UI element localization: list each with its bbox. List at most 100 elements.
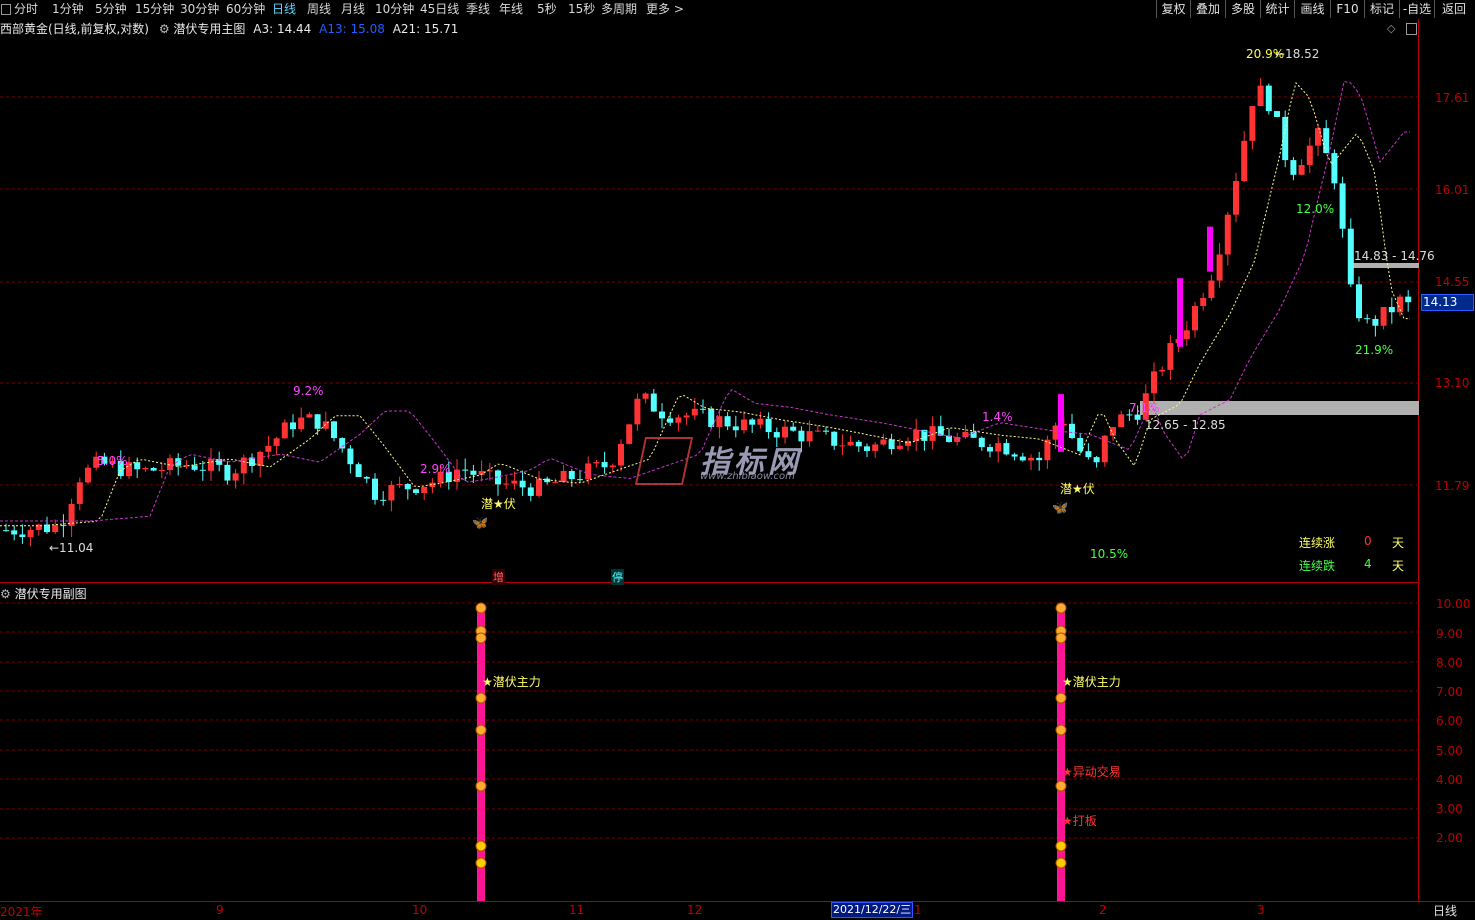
- candle-body: [158, 469, 165, 471]
- tab-period[interactable]: 更多 >: [646, 1, 684, 18]
- pct-label: 20.9%: [1246, 47, 1285, 61]
- date-tick-label: 12: [687, 903, 703, 917]
- tab-period[interactable]: 1分钟: [52, 1, 84, 18]
- signal-marker-icon: [1055, 840, 1067, 852]
- streak-up-label: 连续涨: [1299, 536, 1336, 550]
- limit-up-candle: [1177, 278, 1183, 347]
- candle-body: [691, 408, 698, 416]
- candle-body: [224, 464, 231, 481]
- candle-body: [872, 444, 879, 451]
- candle-body: [1405, 296, 1412, 303]
- sub-indicator-chart[interactable]: [0, 584, 1419, 901]
- tab-period[interactable]: 15秒: [568, 1, 595, 18]
- candle-body: [1159, 369, 1166, 372]
- toolbar-button[interactable]: 画线: [1294, 0, 1330, 18]
- tab-period[interactable]: 30分钟: [180, 1, 219, 18]
- candle-body: [1036, 457, 1043, 461]
- candle-body: [1372, 318, 1379, 326]
- tab-period[interactable]: 季线: [466, 1, 490, 18]
- candle-body: [1118, 414, 1125, 428]
- signal-label: 潜★伏: [1060, 482, 1095, 496]
- candle-body: [1298, 165, 1305, 175]
- signal-marker-icon: [475, 780, 487, 792]
- toolbar-button[interactable]: 返回: [1434, 0, 1473, 18]
- ma-a21-value: A21: 15.71: [392, 22, 459, 36]
- sub-tick-label: 7.00: [1436, 685, 1463, 699]
- window-menu-icon[interactable]: [1, 4, 11, 15]
- candle-body: [3, 530, 9, 532]
- panel-toggle-icon[interactable]: [1406, 23, 1417, 35]
- candle-body: [462, 469, 469, 471]
- candle-body: [741, 419, 747, 431]
- signal-marker-icon: [1055, 780, 1067, 792]
- support-range-label: 12.65 - 12.85: [1145, 418, 1226, 432]
- diamond-icon[interactable]: ◇: [1387, 22, 1395, 35]
- candle-body: [396, 484, 403, 486]
- pct-label: 1.4%: [982, 410, 1013, 424]
- toolbar-button[interactable]: F10: [1330, 0, 1364, 18]
- tab-period[interactable]: 60分钟: [226, 1, 265, 18]
- sub-tick-label: 2.00: [1436, 831, 1463, 845]
- date-tick-label: 9: [216, 903, 224, 917]
- tab-period[interactable]: 年线: [499, 1, 523, 18]
- butterfly-icon: 🦋: [472, 516, 489, 531]
- date-tick-label: 11: [569, 903, 585, 917]
- candle-body: [847, 441, 854, 446]
- tab-period[interactable]: 日线: [272, 1, 296, 18]
- indicator-name[interactable]: 潜伏专用主图: [173, 22, 245, 36]
- tab-period[interactable]: 分时: [14, 1, 38, 18]
- streak-up-value: 0: [1364, 534, 1372, 548]
- current-date-tag: 2021/12/22/三: [831, 902, 914, 918]
- candle-body: [618, 443, 624, 466]
- candle-body: [601, 462, 608, 468]
- candle-body: [749, 419, 756, 425]
- candle-body: [519, 480, 526, 488]
- tab-period[interactable]: 月线: [341, 1, 365, 18]
- date-tick-label: 1: [914, 903, 922, 917]
- candle-body: [298, 417, 305, 430]
- tab-period[interactable]: 周线: [307, 1, 331, 18]
- candle-body: [609, 465, 616, 468]
- streak-up-unit: 天: [1392, 536, 1405, 550]
- candle-body: [880, 439, 887, 445]
- tab-period[interactable]: 15分钟: [135, 1, 174, 18]
- candle-body: [782, 426, 788, 438]
- sub-tick-label: 4.00: [1436, 773, 1463, 787]
- candle-body: [85, 467, 91, 483]
- sub-tick-label: 6.00: [1436, 714, 1463, 728]
- abnormal-trade-label: ★异动交易: [1062, 765, 1121, 779]
- candlestick-chart[interactable]: [0, 38, 1419, 583]
- candle-body: [372, 478, 378, 500]
- toolbar-button[interactable]: 统计: [1260, 0, 1294, 18]
- candle-body: [363, 476, 370, 479]
- main-force-label: ★潜伏主力: [1062, 675, 1121, 689]
- candle-body: [1019, 456, 1026, 461]
- tab-period[interactable]: 5秒: [537, 1, 557, 18]
- candle-body: [421, 486, 428, 493]
- date-tick-label: 3: [1257, 903, 1265, 917]
- tab-period[interactable]: 多周期: [601, 1, 637, 18]
- candle-body: [790, 426, 797, 431]
- candle-body: [208, 458, 214, 471]
- toolbar-button[interactable]: 复权: [1156, 0, 1190, 18]
- sub-tick-label: 5.00: [1436, 744, 1463, 758]
- tab-period[interactable]: 5分钟: [95, 1, 127, 18]
- toolbar-button[interactable]: -自选: [1399, 0, 1434, 18]
- candle-body: [1380, 307, 1387, 326]
- candle-body: [1192, 306, 1198, 331]
- candle-body: [27, 529, 34, 538]
- watermark-logo-icon: [634, 437, 694, 485]
- candle-body: [1151, 371, 1157, 394]
- settings-icon[interactable]: ⚙: [159, 22, 170, 36]
- signal-marker-icon: [475, 724, 487, 736]
- tab-period[interactable]: 45日线: [420, 1, 459, 18]
- toolbar-button[interactable]: 标记: [1364, 0, 1399, 18]
- toolbar-button[interactable]: 叠加: [1190, 0, 1225, 18]
- tab-period[interactable]: 10分钟: [375, 1, 414, 18]
- candle-body: [1183, 330, 1190, 339]
- candle-body: [503, 483, 510, 485]
- candle-body: [560, 471, 567, 483]
- toolbar-button[interactable]: 多股: [1225, 0, 1260, 18]
- streak-down-unit: 天: [1392, 559, 1405, 573]
- candle-body: [634, 398, 641, 425]
